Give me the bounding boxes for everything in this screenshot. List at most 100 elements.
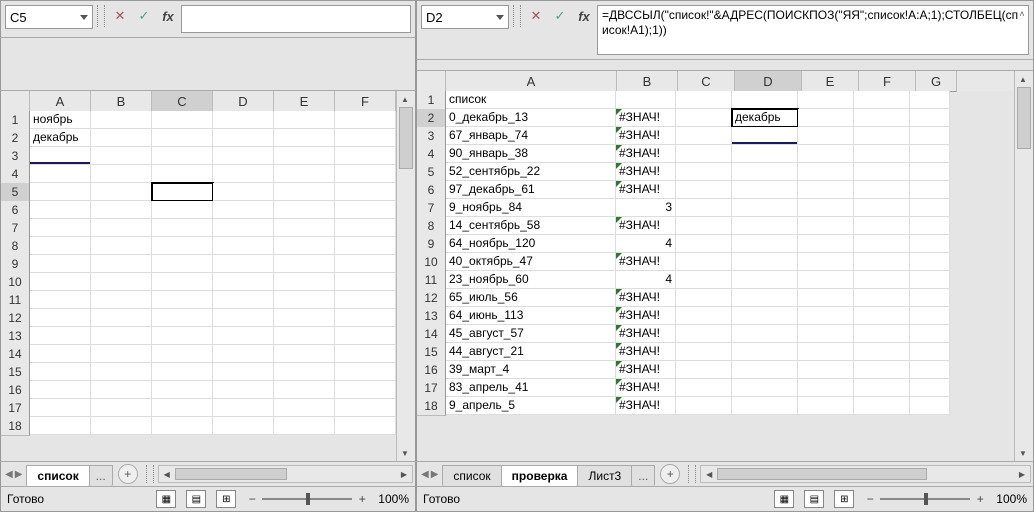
cell[interactable] <box>854 307 910 325</box>
cell[interactable] <box>335 417 396 435</box>
row-header[interactable]: 1 <box>1 111 30 130</box>
column-header[interactable]: G <box>916 71 957 92</box>
cell[interactable] <box>732 199 798 217</box>
cell[interactable]: 4 <box>616 235 676 253</box>
cell[interactable] <box>274 237 335 255</box>
cell[interactable] <box>30 417 91 435</box>
cell[interactable] <box>798 91 854 109</box>
view-normal-icon[interactable]: ▦ <box>774 490 794 508</box>
vertical-scrollbar[interactable]: ▲ ▼ <box>396 91 415 461</box>
cell[interactable]: #ЗНАЧ! <box>616 361 676 379</box>
view-normal-icon[interactable]: ▦ <box>156 490 176 508</box>
cell[interactable]: список <box>446 91 616 109</box>
select-all-corner[interactable] <box>1 91 30 112</box>
cell[interactable] <box>676 91 732 109</box>
sheet-tab[interactable]: проверка <box>501 465 579 486</box>
zoom-out-icon[interactable]: − <box>246 492 258 506</box>
cell[interactable] <box>910 91 950 109</box>
cell[interactable] <box>213 309 274 327</box>
row-header[interactable]: 13 <box>417 307 446 326</box>
cell[interactable] <box>335 309 396 327</box>
cell[interactable] <box>30 183 91 201</box>
cell[interactable] <box>910 361 950 379</box>
cell[interactable] <box>676 109 732 127</box>
cell[interactable] <box>152 345 213 363</box>
column-header[interactable]: B <box>91 91 152 112</box>
cell[interactable] <box>798 307 854 325</box>
cell[interactable] <box>854 127 910 145</box>
tab-prev-icon[interactable]: ◀ <box>5 469 13 480</box>
cell[interactable] <box>854 253 910 271</box>
cell[interactable]: #ЗНАЧ! <box>616 343 676 361</box>
cell[interactable] <box>732 325 798 343</box>
cell[interactable] <box>91 417 152 435</box>
cell[interactable] <box>91 309 152 327</box>
cell[interactable] <box>676 199 732 217</box>
column-header[interactable]: E <box>274 91 335 112</box>
cell[interactable]: 97_декабрь_61 <box>446 181 616 199</box>
cell[interactable] <box>732 253 798 271</box>
cell[interactable]: 83_апрель_41 <box>446 379 616 397</box>
cell[interactable] <box>798 379 854 397</box>
cell[interactable]: 3 <box>616 199 676 217</box>
cell[interactable] <box>798 397 854 415</box>
cell[interactable] <box>213 255 274 273</box>
row-header[interactable]: 10 <box>1 273 30 292</box>
cell[interactable]: 4 <box>616 271 676 289</box>
spreadsheet-grid[interactable]: ABCDEF1ноябрь2декабрь3456789101112131415… <box>1 91 396 461</box>
column-header[interactable]: C <box>152 91 213 112</box>
cell[interactable] <box>732 217 798 235</box>
cell[interactable] <box>335 111 396 129</box>
cell[interactable]: 52_сентябрь_22 <box>446 163 616 181</box>
cell[interactable] <box>732 181 798 199</box>
cell[interactable] <box>798 343 854 361</box>
accept-icon[interactable]: ✓ <box>549 5 571 27</box>
cell[interactable] <box>91 327 152 345</box>
cell[interactable] <box>30 255 91 273</box>
row-header[interactable]: 14 <box>417 325 446 344</box>
cell[interactable] <box>732 289 798 307</box>
cell[interactable] <box>91 165 152 183</box>
scroll-track[interactable] <box>175 468 396 480</box>
row-header[interactable]: 16 <box>1 381 30 400</box>
cell[interactable] <box>335 363 396 381</box>
cell[interactable] <box>30 147 91 165</box>
cell[interactable] <box>30 381 91 399</box>
cell[interactable]: 44_август_21 <box>446 343 616 361</box>
sheet-tab-more[interactable]: ... <box>89 465 113 486</box>
cell[interactable] <box>616 91 676 109</box>
cell[interactable] <box>91 399 152 417</box>
cell[interactable] <box>30 201 91 219</box>
cell[interactable] <box>152 165 213 183</box>
row-header[interactable]: 4 <box>417 145 446 164</box>
row-header[interactable]: 18 <box>1 417 30 436</box>
cell[interactable] <box>798 163 854 181</box>
cell[interactable] <box>274 309 335 327</box>
cell[interactable] <box>910 379 950 397</box>
cell[interactable] <box>152 201 213 219</box>
scroll-thumb[interactable] <box>175 468 288 480</box>
cell[interactable] <box>213 417 274 435</box>
cell[interactable] <box>91 111 152 129</box>
fx-icon[interactable]: fx <box>157 5 179 27</box>
cell[interactable] <box>152 237 213 255</box>
cell[interactable] <box>30 309 91 327</box>
scroll-left-icon[interactable]: ◀ <box>701 466 717 482</box>
cell[interactable] <box>274 327 335 345</box>
column-header[interactable]: D <box>735 71 802 92</box>
cell[interactable]: #ЗНАЧ! <box>616 109 676 127</box>
cell[interactable]: 45_август_57 <box>446 325 616 343</box>
cell[interactable] <box>732 163 798 181</box>
cell[interactable] <box>213 363 274 381</box>
cell[interactable] <box>274 381 335 399</box>
zoom-out-icon[interactable]: − <box>864 492 876 506</box>
cell[interactable]: #ЗНАЧ! <box>616 217 676 235</box>
cell[interactable] <box>30 291 91 309</box>
row-header[interactable]: 6 <box>1 201 30 220</box>
cell[interactable] <box>910 181 950 199</box>
cell[interactable]: 64_ноябрь_120 <box>446 235 616 253</box>
column-header[interactable]: F <box>335 91 396 112</box>
cell[interactable] <box>676 397 732 415</box>
cell[interactable] <box>732 397 798 415</box>
cell[interactable] <box>274 183 335 201</box>
